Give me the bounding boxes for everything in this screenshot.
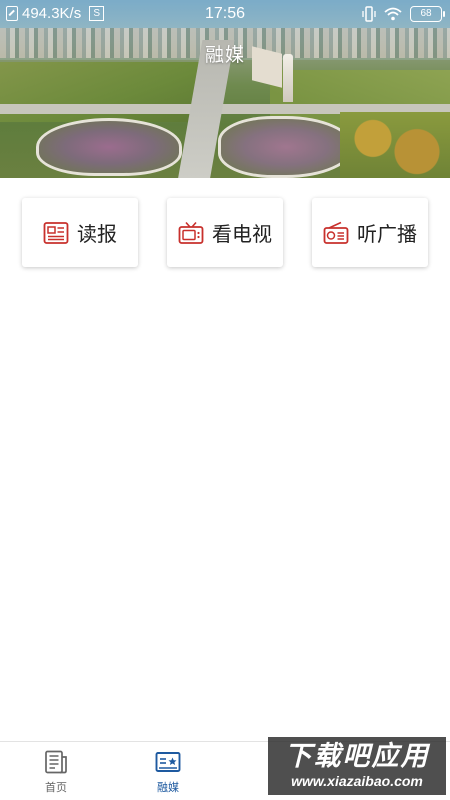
media-card-icon: [155, 752, 181, 772]
watch-tv-button[interactable]: 看电视: [167, 198, 283, 267]
watermark-logo: 下载吧应用 www.xiazaibao.com: [268, 737, 446, 795]
tab-home[interactable]: 首页: [26, 750, 86, 798]
tab-media[interactable]: 融媒: [138, 750, 198, 798]
page-title: 融媒: [204, 45, 245, 66]
tv-icon: [178, 221, 204, 244]
read-newspaper-button[interactable]: 读报: [22, 198, 138, 267]
radio-icon: [323, 221, 349, 244]
watermark-main-text: 下载吧应用: [284, 741, 430, 771]
listen-radio-label: 听广播: [357, 224, 417, 246]
app-screen: 494.3K/s S 17:56 68 融媒 读报 看电视 听广播 首页 融媒 …: [0, 0, 450, 800]
wifi-icon: [384, 7, 402, 21]
home-document-icon: [45, 750, 67, 774]
status-right: 68: [362, 6, 445, 22]
status-bar: 494.3K/s S 17:56 68: [0, 0, 450, 30]
tab-media-label: 融媒: [157, 782, 179, 794]
watermark-url: www.xiazaibao.com: [291, 773, 423, 789]
shortcut-cards: 读报 看电视 听广播: [22, 198, 428, 267]
read-newspaper-label: 读报: [77, 224, 117, 246]
listen-radio-button[interactable]: 听广播: [312, 198, 428, 267]
tab-home-label: 首页: [45, 782, 67, 794]
watch-tv-label: 看电视: [212, 224, 272, 246]
battery-indicator: 68: [410, 6, 445, 22]
newspaper-icon: [43, 221, 69, 244]
vibrate-icon: [362, 6, 376, 22]
